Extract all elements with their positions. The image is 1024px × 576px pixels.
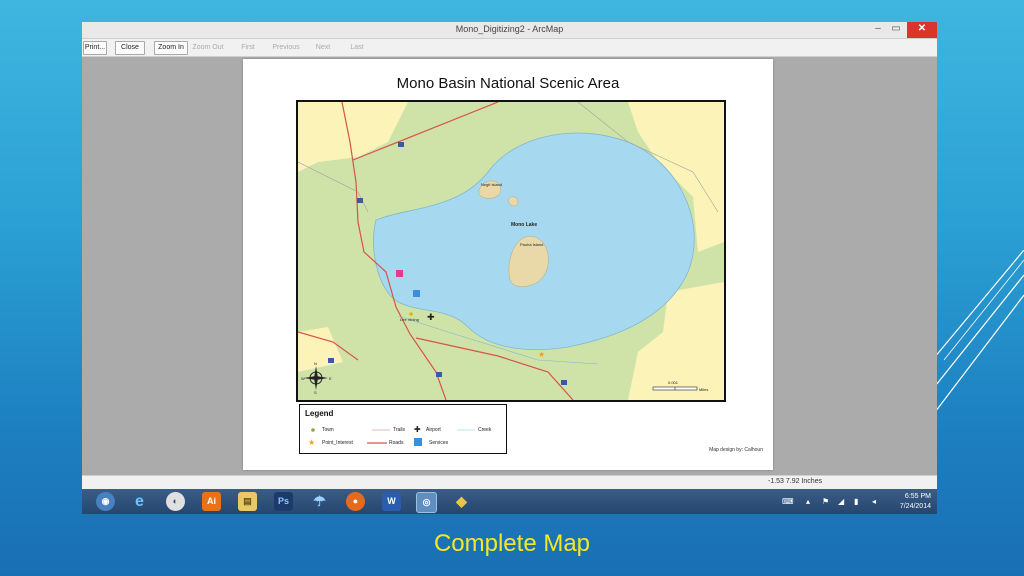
title-bar: Mono_Digitizing2 - ArcMap – ▭ ✕ (82, 22, 937, 39)
scale-value-label: 0.001 (668, 380, 679, 385)
map-frame: ✚ ★ Negit Island Mono Lake Paoha Island … (296, 100, 726, 402)
map-legend: Legend Town Trails ✚ Airport Creek ★ Poi… (299, 404, 507, 454)
highway-shield-1 (398, 142, 404, 147)
town-symbol-icon (311, 428, 315, 432)
print-button[interactable]: Print... (83, 41, 107, 55)
lee-vining-label: Lee Vining (400, 317, 419, 322)
maximize-button[interactable]: ▭ (887, 22, 905, 38)
mono-lake-label: Mono Lake (511, 222, 538, 228)
arccatalog-icon[interactable]: ◆ (452, 492, 471, 511)
volume-icon[interactable]: ◂ (872, 489, 876, 514)
next-button[interactable]: Next (312, 41, 334, 55)
north-label-e: E (329, 376, 332, 381)
illustrator-icon[interactable]: Ai (202, 492, 221, 511)
negit-island-label: Negit Island (481, 182, 503, 187)
close-button[interactable]: Close (115, 41, 145, 55)
word-icon[interactable]: W (382, 492, 401, 511)
print-preview-toolbar: Print... Close Zoom In Zoom Out First Pr… (82, 39, 937, 57)
internet-explorer-icon[interactable]: e (130, 492, 149, 511)
previous-button[interactable]: Previous (269, 41, 303, 55)
keyboard-icon[interactable]: ⌨ (782, 489, 794, 514)
zoom-out-button[interactable]: Zoom Out (189, 41, 227, 55)
services-symbol-icon (414, 438, 422, 446)
legend-trails: Trails (393, 427, 406, 433)
legend-airport: Airport (426, 427, 441, 433)
scale-unit-label: Miles (699, 387, 709, 392)
point-interest-star: ★ (538, 350, 545, 359)
window-title: Mono_Digitizing2 - ArcMap (455, 24, 564, 34)
legend-title: Legend (305, 409, 334, 418)
start-orb-icon[interactable]: ◉ (96, 492, 115, 511)
map-credit: Map design by: Calhoun (709, 447, 763, 453)
slide-caption: Complete Map (433, 530, 591, 557)
north-label-w: W (301, 376, 305, 381)
status-bar: -1.53 7.92 Inches (82, 475, 937, 490)
arcmap-taskbar-icon[interactable]: ◎ (416, 492, 437, 513)
flag-icon[interactable]: ⚑ (822, 489, 829, 514)
firefox-icon[interactable]: ● (346, 492, 365, 511)
point-interest-symbol-icon: ★ (308, 438, 316, 447)
clock-date: 7/24/2014 (899, 503, 931, 510)
legend-roads: Roads (389, 440, 404, 446)
map-title: Mono Basin National Scenic Area (396, 75, 620, 92)
zoom-in-button[interactable]: Zoom In (154, 41, 188, 55)
highway-shield-4 (436, 372, 442, 377)
highway-shield-2 (357, 198, 363, 203)
file-explorer-icon[interactable]: ▤ (238, 492, 257, 511)
taskbar-clock[interactable]: 6:55 PM 7/24/2014 (900, 492, 931, 512)
roads-symbol-icon (367, 442, 387, 444)
services-icon (413, 290, 420, 297)
paoha-island-label: Paoha Island (520, 242, 544, 247)
legend-creek: Creek (478, 427, 492, 433)
legend-town: Town (322, 427, 334, 433)
first-button[interactable]: First (237, 41, 259, 55)
minimize-button[interactable]: – (869, 22, 887, 38)
print-page: Mono Basin National Scenic Area ✚ ★ Negi… (243, 59, 773, 470)
airport-symbol-icon: ✚ (414, 425, 421, 434)
north-label-s: S (314, 390, 317, 395)
tray-arrow-icon[interactable]: ▴ (806, 489, 810, 514)
town-dot (409, 312, 413, 316)
arcmap-window: Mono_Digitizing2 - ArcMap – ▭ ✕ Print...… (82, 22, 937, 514)
close-window-button[interactable]: ✕ (907, 22, 937, 38)
app-icon[interactable]: ☂ (310, 492, 329, 511)
media-app-icon[interactable]: ◐ (166, 492, 185, 511)
legend-services: Services (429, 440, 449, 446)
windows-taskbar: ◉ e ◐ Ai ▤ Ps ☂ ● W ◎ ◆ ⌨ ▴ ⚑ ◢ ▮ ◂ 6:55… (82, 489, 937, 514)
map-canvas: ✚ ★ (298, 102, 724, 400)
coordinate-readout: -1.53 7.92 Inches (768, 478, 823, 485)
highway-shield-3 (328, 358, 334, 363)
decorative-lines (924, 250, 1024, 420)
legend-point-interest: Point_Interest (322, 440, 353, 446)
network-icon[interactable]: ◢ (838, 489, 844, 514)
highway-shield-5 (561, 380, 567, 385)
north-label-n: N (314, 361, 317, 366)
last-button[interactable]: Last (347, 41, 367, 55)
power-icon[interactable]: ▮ (854, 489, 858, 514)
airport-icon: ✚ (427, 313, 435, 323)
visitor-center-icon (396, 270, 403, 277)
creek-symbol-icon (457, 429, 475, 431)
clock-time: 6:55 PM (904, 493, 931, 500)
photoshop-icon[interactable]: Ps (274, 492, 293, 511)
trails-symbol-icon (372, 429, 390, 431)
